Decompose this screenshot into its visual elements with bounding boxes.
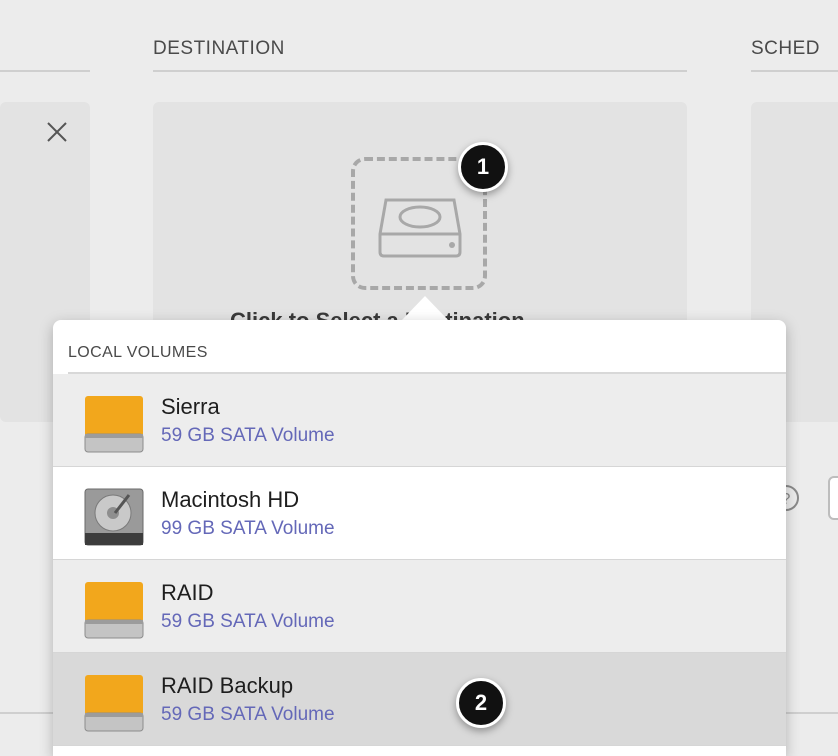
source-header-rule — [0, 70, 90, 72]
step-badge-2: 2 — [456, 678, 506, 728]
orange-drive-icon — [83, 673, 145, 733]
volume-picker-popover: LOCAL VOLUMES Sierra 59 GB SATA Volume M… — [53, 320, 786, 756]
bottom-rule-left — [0, 712, 53, 714]
volume-row-raid-backup[interactable]: RAID Backup 59 GB SATA Volume — [53, 653, 786, 746]
local-volumes-title: LOCAL VOLUMES — [68, 344, 208, 361]
orange-drive-icon — [83, 580, 145, 640]
volume-name: RAID — [161, 580, 214, 605]
close-icon[interactable] — [44, 119, 72, 147]
bottom-rule-right — [786, 712, 838, 714]
schedule-header: SCHED — [751, 38, 821, 59]
volume-row-macintosh-hd[interactable]: Macintosh HD 99 GB SATA Volume — [53, 467, 786, 560]
volume-description: 59 GB SATA Volume — [161, 704, 335, 725]
schedule-header-rule — [751, 70, 838, 72]
destination-header: DESTINATION — [153, 38, 285, 59]
volume-name: RAID Backup — [161, 673, 294, 698]
drive-outline-icon — [372, 188, 468, 269]
destination-header-rule — [153, 70, 687, 72]
volume-description: 59 GB SATA Volume — [161, 425, 335, 446]
volume-name: Sierra — [161, 394, 220, 419]
orange-drive-icon — [83, 394, 145, 454]
internal-drive-icon — [83, 487, 145, 547]
step-badge-1: 1 — [458, 142, 508, 192]
volume-name: Macintosh HD — [161, 487, 300, 512]
volume-description: 59 GB SATA Volume — [161, 611, 335, 632]
popover-arrow — [401, 296, 449, 321]
volume-row-sierra[interactable]: Sierra 59 GB SATA Volume — [53, 374, 786, 467]
volume-row-raid[interactable]: RAID 59 GB SATA Volume — [53, 560, 786, 653]
volume-description: 99 GB SATA Volume — [161, 518, 335, 539]
options-control[interactable] — [828, 476, 838, 520]
